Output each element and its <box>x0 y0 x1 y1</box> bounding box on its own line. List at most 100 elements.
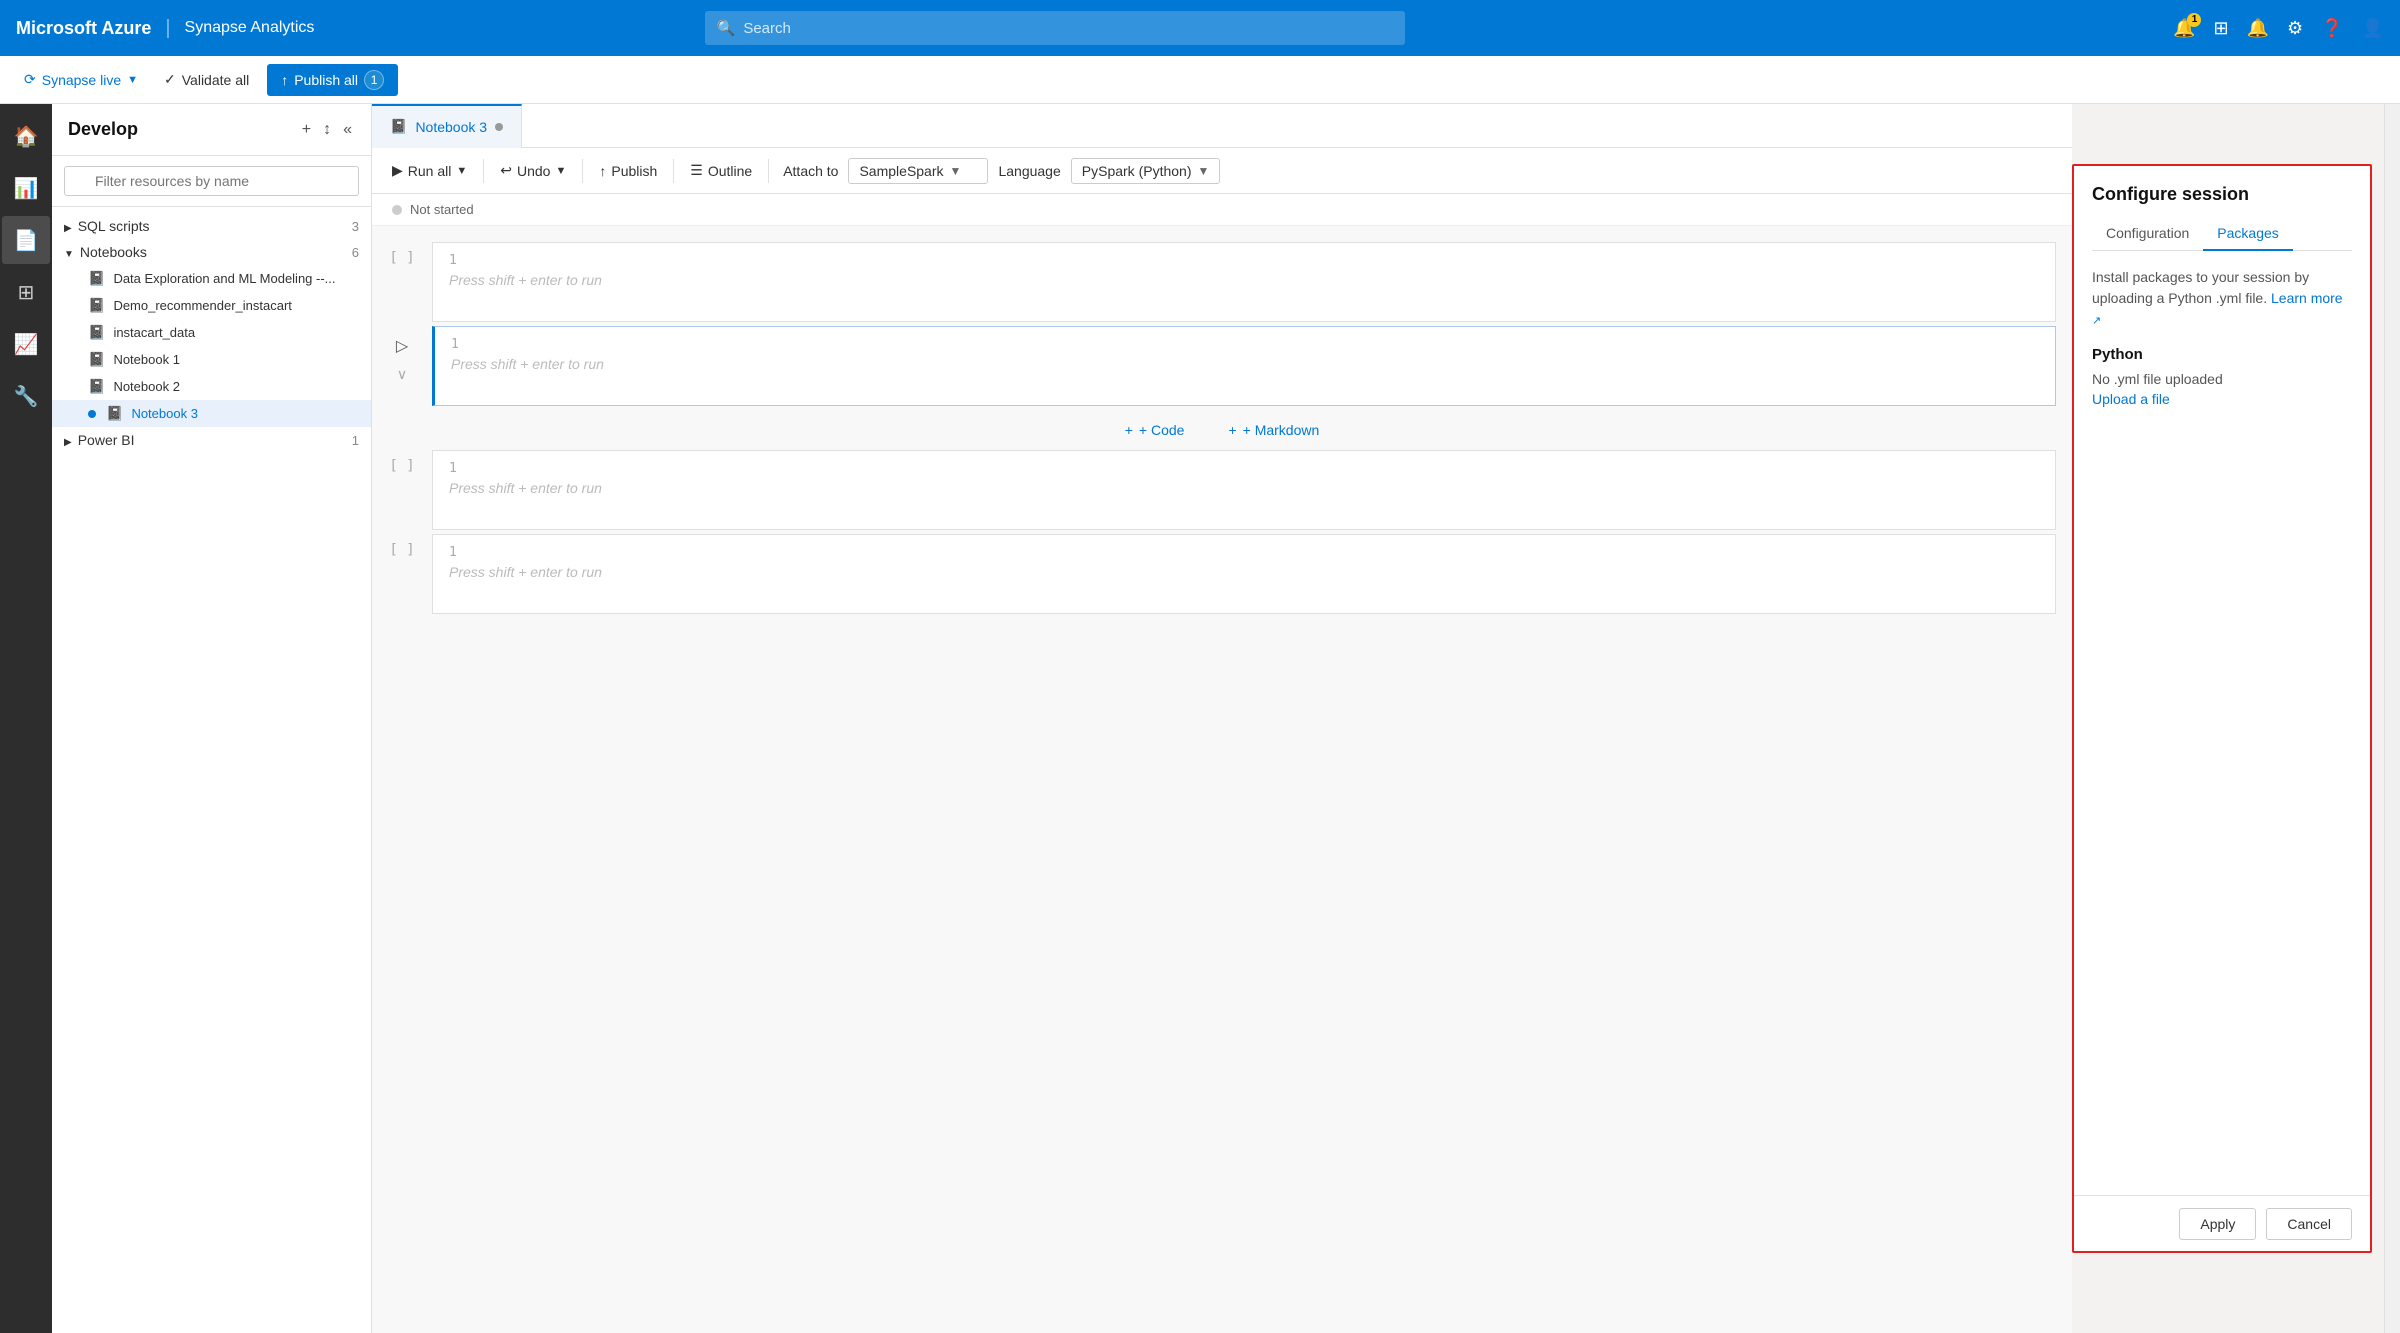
validate-all-button[interactable]: ✓ Validate all <box>154 67 259 92</box>
notebooks-group-header[interactable]: Notebooks 6 <box>52 239 371 265</box>
notebook-toolbar: ▶ Run all ▼ ↩ Undo ▼ ↑ Publish ☰ <box>372 148 2072 194</box>
bell-badge: 1 <box>2187 13 2201 27</box>
cancel-button[interactable]: Cancel <box>2266 1208 2352 1240</box>
collapse-icon[interactable]: « <box>340 118 355 142</box>
notebook-file-icon: 📓 <box>88 270 105 287</box>
cell-2-chevron[interactable]: ∨ <box>390 362 414 386</box>
attach-to-label: Attach to <box>783 163 838 179</box>
integrate-icon[interactable]: ⊞ <box>2 268 50 316</box>
cell-3-placeholder: Press shift + enter to run <box>449 480 2039 496</box>
toolbar-divider-3 <box>673 159 674 183</box>
cell-2-run-button[interactable]: ▷ <box>390 334 414 358</box>
publish-button[interactable]: ↑ Publish <box>591 159 665 183</box>
notification-icon[interactable]: 🔔 <box>2247 18 2269 39</box>
cell-4-bracket: [ ] <box>389 542 414 558</box>
powerbi-group-header[interactable]: Power BI 1 <box>52 427 371 453</box>
attach-value: SampleSpark <box>859 163 943 179</box>
packages-tab[interactable]: Packages <box>2203 217 2292 251</box>
configure-session-title: Configure session <box>2092 184 2352 205</box>
filter-resources-input[interactable] <box>64 166 359 196</box>
publish-all-button[interactable]: ↑ Publish all 1 <box>267 64 398 96</box>
notebook-item-2[interactable]: 📓 Notebook 2 <box>52 373 371 400</box>
bell-icon[interactable]: 🔔 1 <box>2173 18 2195 39</box>
notebook-item-data-exploration[interactable]: 📓 Data Exploration and ML Modeling --... <box>52 265 371 292</box>
sort-icon[interactable]: ↕ <box>320 118 334 142</box>
synapse-live-label: Synapse live <box>42 72 121 88</box>
cell-1-content[interactable]: 1 Press shift + enter to run <box>432 242 2056 322</box>
undo-button[interactable]: ↩ Undo ▼ <box>492 158 574 183</box>
notebook-item-instacart-data[interactable]: 📓 instacart_data <box>52 319 371 346</box>
grid-icon[interactable]: ⊞ <box>2213 18 2228 39</box>
notebook-item-label: Data Exploration and ML Modeling --... <box>113 271 335 286</box>
notebook-file-icon: 📓 <box>88 378 105 395</box>
notebook-layout: 📓 Notebook 3 ▶ Run all ▼ ↩ Undo ▼ <box>372 104 2400 1333</box>
cell-4-content[interactable]: 1 Press shift + enter to run <box>432 534 2056 614</box>
add-markdown-button[interactable]: + + Markdown <box>1216 418 1331 442</box>
powerbi-chevron <box>64 432 72 448</box>
cell-4-placeholder: Press shift + enter to run <box>449 564 2039 580</box>
add-resource-icon[interactable]: + <box>299 118 314 142</box>
validate-all-label: Validate all <box>182 72 249 88</box>
synapse-live-button[interactable]: ⟳ Synapse live ▼ <box>16 67 146 92</box>
settings-icon[interactable]: ⚙ <box>2287 18 2303 39</box>
sql-scripts-group-header[interactable]: SQL scripts 3 <box>52 213 371 239</box>
cell-2-content[interactable]: 1 Press shift + enter to run <box>432 326 2056 406</box>
home-icon[interactable]: 🏠 <box>2 112 50 160</box>
notebook-item-3[interactable]: 📓 Notebook 3 <box>52 400 371 427</box>
cell-4-line: 1 <box>449 545 2039 560</box>
sql-scripts-chevron <box>64 218 72 234</box>
attach-to-select[interactable]: SampleSpark ▼ <box>848 158 988 184</box>
notebook-icon: 📓 <box>390 118 407 135</box>
notebooks-chevron <box>64 244 74 260</box>
develop-header: Develop + ↕ « <box>52 104 371 156</box>
notebook-3-tab[interactable]: 📓 Notebook 3 <box>372 104 522 148</box>
add-code-button[interactable]: + + Code <box>1113 418 1197 442</box>
status-text: Not started <box>410 202 474 217</box>
learn-more-link[interactable]: Learn more <box>2271 290 2343 306</box>
apply-button[interactable]: Apply <box>2179 1208 2256 1240</box>
user-icon[interactable]: 👤 <box>2362 18 2384 39</box>
no-yml-text: No .yml file uploaded <box>2092 371 2352 387</box>
run-all-button[interactable]: ▶ Run all ▼ <box>384 158 475 183</box>
sql-scripts-count: 3 <box>352 219 359 234</box>
cell-1: [ ] 1 Press shift + enter to run <box>372 242 2072 322</box>
cells-container: [ ] 1 Press shift + enter to run ▷ ∨ 1 <box>372 226 2072 1333</box>
tab-unsaved-dot <box>495 123 503 131</box>
manage-icon[interactable]: 🔧 <box>2 372 50 420</box>
search-bar[interactable]: 🔍 <box>705 11 1405 45</box>
external-link-icon: ↗ <box>2092 315 2101 327</box>
undo-icon: ↩ <box>500 162 512 179</box>
cell-3-controls: [ ] <box>372 450 432 530</box>
undo-chevron: ▼ <box>555 165 566 177</box>
notebook-item-demo-recommender[interactable]: 📓 Demo_recommender_instacart <box>52 292 371 319</box>
powerbi-label: Power BI <box>78 432 346 448</box>
upload-file-link[interactable]: Upload a file <box>2092 391 2170 407</box>
publish-all-label: Publish all <box>294 72 358 88</box>
configure-panel-header: Configure session Configuration Packages <box>2074 166 2370 251</box>
configure-description: Install packages to your session by uplo… <box>2092 267 2352 330</box>
notebook-file-icon: 📓 <box>88 324 105 341</box>
cell-3-content[interactable]: 1 Press shift + enter to run <box>432 450 2056 530</box>
search-input[interactable] <box>743 20 1392 37</box>
outline-button[interactable]: ☰ Outline <box>682 158 760 183</box>
develop-icon[interactable]: 📄 <box>2 216 50 264</box>
add-code-icon: + <box>1125 422 1133 438</box>
synapse-live-chevron: ▼ <box>127 74 138 86</box>
develop-header-icons: + ↕ « <box>299 118 355 142</box>
publish-icon: ↑ <box>599 163 606 179</box>
notebook-file-icon: 📓 <box>88 351 105 368</box>
filter-input-wrap: 🔍 <box>52 156 371 207</box>
configuration-tab[interactable]: Configuration <box>2092 217 2203 251</box>
notebook-item-1[interactable]: 📓 Notebook 1 <box>52 346 371 373</box>
cell-3: [ ] 1 Press shift + enter to run <box>372 450 2072 530</box>
python-section-title: Python <box>2092 346 2352 363</box>
help-icon[interactable]: ❓ <box>2321 18 2343 39</box>
synapse-analytics-label: Synapse Analytics <box>185 19 315 37</box>
ms-azure-label: Microsoft Azure <box>16 18 151 39</box>
data-icon[interactable]: 📊 <box>2 164 50 212</box>
right-scrollbar[interactable] <box>2384 104 2400 1333</box>
language-value: PySpark (Python) <box>1082 163 1192 179</box>
cell-2-line: 1 <box>451 337 2039 352</box>
monitor-icon[interactable]: 📈 <box>2 320 50 368</box>
language-select[interactable]: PySpark (Python) ▼ <box>1071 158 1221 184</box>
